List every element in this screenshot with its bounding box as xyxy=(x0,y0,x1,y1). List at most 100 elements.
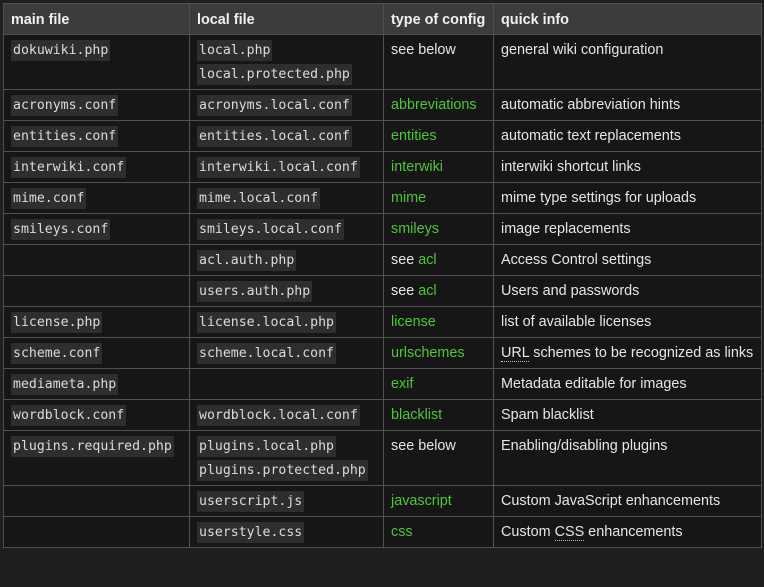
table-row: license.php license.local.php license list … xyxy=(3,306,762,338)
local-file-line: wordblock.local.conf xyxy=(197,405,376,426)
cell-local-file: smileys.local.conf xyxy=(189,213,384,245)
cell-main-file: license.php xyxy=(3,306,190,338)
local-file-name: userscript.js xyxy=(197,491,305,512)
main-file-name: scheme.conf xyxy=(11,343,103,364)
cell-type-of-config: mime xyxy=(383,182,494,214)
type-link-license[interactable]: license xyxy=(391,314,436,330)
local-file-name: local.php xyxy=(197,40,273,61)
table-row: userstyle.css css Custom CSS enhancements xyxy=(3,516,762,548)
local-file-name: local.protected.php xyxy=(197,64,352,85)
cell-type-of-config: see below xyxy=(383,34,494,90)
cell-quick-info: Custom JavaScript enhancements xyxy=(493,485,762,517)
cell-local-file: entities.local.conf xyxy=(189,120,384,152)
local-file-name: entities.local.conf xyxy=(197,126,352,147)
type-link-acl[interactable]: acl xyxy=(418,283,436,299)
local-file-line: userstyle.css xyxy=(197,522,376,543)
cell-local-file: license.local.php xyxy=(189,306,384,338)
table-row: wordblock.conf wordblock.local.conf blackl… xyxy=(3,399,762,431)
type-link-smileys[interactable]: smileys xyxy=(391,221,439,237)
type-link-mime[interactable]: mime xyxy=(391,190,426,206)
info-text: image replacements xyxy=(501,221,631,237)
cell-local-file: plugins.local.php plugins.protected.php xyxy=(189,430,384,486)
cell-main-file: acronyms.conf xyxy=(3,89,190,121)
type-text: see below xyxy=(391,42,456,58)
type-link-javascript[interactable]: javascript xyxy=(391,493,452,509)
cell-type-of-config: entities xyxy=(383,120,494,152)
local-file-line: smileys.local.conf xyxy=(197,219,376,240)
cell-type-of-config: javascript xyxy=(383,485,494,517)
type-link-abbreviations[interactable]: abbreviations xyxy=(391,97,477,113)
type-link-entities[interactable]: entities xyxy=(391,128,437,144)
cell-quick-info: Custom CSS enhancements xyxy=(493,516,762,548)
info-text: Enabling/disabling plugins xyxy=(501,438,668,454)
table-row: interwiki.conf interwiki.local.conf interw… xyxy=(3,151,762,183)
main-file-name: dokuwiki.php xyxy=(11,40,111,61)
cell-quick-info: Metadata editable for images xyxy=(493,368,762,400)
local-file-line: license.local.php xyxy=(197,312,376,333)
local-file-line: local.php xyxy=(197,40,376,61)
cell-quick-info: automatic text replacements xyxy=(493,120,762,152)
cell-quick-info: interwiki shortcut links xyxy=(493,151,762,183)
cell-local-file xyxy=(189,368,384,400)
local-file-name: license.local.php xyxy=(197,312,336,333)
cell-local-file: scheme.local.conf xyxy=(189,337,384,369)
cell-main-file xyxy=(3,275,190,307)
local-file-line: plugins.protected.php xyxy=(197,460,376,481)
type-link-acl[interactable]: acl xyxy=(418,252,436,268)
type-text: see xyxy=(391,283,419,299)
local-file-line: plugins.local.php xyxy=(197,436,376,457)
type-link-exif[interactable]: exif xyxy=(391,376,413,392)
table-row: userscript.js javascript Custom JavaScript… xyxy=(3,485,762,517)
type-link-interwiki[interactable]: interwiki xyxy=(391,159,443,175)
type-link-blacklist[interactable]: blacklist xyxy=(391,407,442,423)
header-quick-info: quick info xyxy=(493,3,762,35)
header-main-file: main file xyxy=(3,3,190,35)
cell-local-file: acronyms.local.conf xyxy=(189,89,384,121)
table-body: dokuwiki.php local.php local.protected.php… xyxy=(3,34,762,548)
main-file-name: mediameta.php xyxy=(11,374,119,395)
table-row: scheme.conf scheme.local.conf urlschemes UR… xyxy=(3,337,762,369)
info-text: interwiki shortcut links xyxy=(501,159,641,175)
type-link-urlschemes[interactable]: urlschemes xyxy=(391,345,465,361)
info-text: automatic abbreviation hints xyxy=(501,97,681,113)
table-row: users.auth.php see acl Users and passwords xyxy=(3,275,762,307)
main-file-name: interwiki.conf xyxy=(11,157,127,178)
table-header: main file local file type of config quic… xyxy=(3,3,762,35)
local-file-name: scheme.local.conf xyxy=(197,343,336,364)
type-text: see xyxy=(391,252,419,268)
cell-main-file xyxy=(3,485,190,517)
cell-type-of-config: exif xyxy=(383,368,494,400)
info-text: Custom xyxy=(501,524,555,540)
info-text: Spam blacklist xyxy=(501,407,594,423)
cell-type-of-config: css xyxy=(383,516,494,548)
table-row: entities.conf entities.local.conf entities… xyxy=(3,120,762,152)
info-text-suffix: enhancements xyxy=(584,524,683,540)
cell-main-file xyxy=(3,516,190,548)
local-file-name: mime.local.conf xyxy=(197,188,321,209)
cell-quick-info: Enabling/disabling plugins xyxy=(493,430,762,486)
main-file-name: entities.conf xyxy=(11,126,119,147)
main-file-name: acronyms.conf xyxy=(11,95,119,116)
local-file-line: users.auth.php xyxy=(197,281,376,302)
cell-type-of-config: abbreviations xyxy=(383,89,494,121)
table-row: smileys.conf smileys.local.conf smileys ima… xyxy=(3,213,762,245)
table-row: plugins.required.php plugins.local.php plu… xyxy=(3,430,762,486)
info-text: Access Control settings xyxy=(501,252,652,268)
header-local-file: local file xyxy=(189,3,384,35)
cell-quick-info: Access Control settings xyxy=(493,244,762,276)
table-row: dokuwiki.php local.php local.protected.php… xyxy=(3,34,762,90)
local-file-name: acronyms.local.conf xyxy=(197,95,352,116)
local-file-name: smileys.local.conf xyxy=(197,219,344,240)
cell-local-file: interwiki.local.conf xyxy=(189,151,384,183)
cell-quick-info: Users and passwords xyxy=(493,275,762,307)
type-link-css[interactable]: css xyxy=(391,524,413,540)
table-row: mime.conf mime.local.conf mime mime type se… xyxy=(3,182,762,214)
info-abbreviation: URL xyxy=(501,345,530,362)
info-text: mime type settings for uploads xyxy=(501,190,697,206)
main-file-name: mime.conf xyxy=(11,188,87,209)
cell-local-file: userstyle.css xyxy=(189,516,384,548)
cell-local-file: userscript.js xyxy=(189,485,384,517)
config-files-table: main file local file type of config quic… xyxy=(3,3,762,548)
local-file-line: userscript.js xyxy=(197,491,376,512)
cell-quick-info: URL schemes to be recognized as links xyxy=(493,337,762,369)
